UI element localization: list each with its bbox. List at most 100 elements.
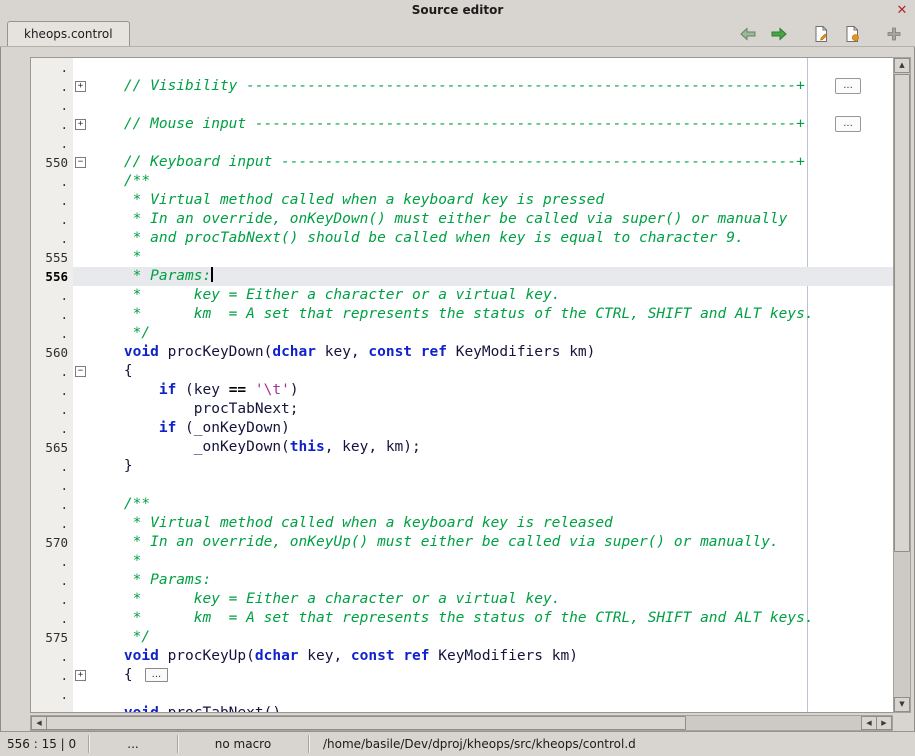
code-line[interactable]: . void procTabNext() [31, 704, 893, 713]
code-line[interactable]: .− { [31, 362, 893, 381]
code-line[interactable]: . [31, 476, 893, 495]
code-line[interactable]: 555 * [31, 248, 893, 267]
line-number[interactable]: . [31, 552, 73, 571]
code-line[interactable]: . * Virtual method called when a keyboar… [31, 191, 893, 210]
titlebar[interactable]: Source editor ✕ [0, 0, 915, 21]
line-number[interactable]: . [31, 229, 73, 248]
code-line[interactable]: . * km = A set that represents the statu… [31, 305, 893, 324]
code-line[interactable]: . * In an override, onKeyDown() must eit… [31, 210, 893, 229]
line-number[interactable]: . [31, 571, 73, 590]
detach-button[interactable] [883, 23, 905, 45]
code-line[interactable]: .+ {... [31, 666, 893, 685]
folded-code-indicator[interactable]: ... [835, 78, 861, 94]
code-line[interactable]: . * key = Either a character or a virtua… [31, 590, 893, 609]
line-number[interactable]: . [31, 457, 73, 476]
line-number[interactable]: . [31, 115, 73, 134]
code-line[interactable]: 560 void procKeyDown(dchar key, const re… [31, 343, 893, 362]
line-number[interactable]: . [31, 609, 73, 628]
code-text: // Keyboard input ----------------------… [89, 153, 893, 172]
line-number[interactable]: . [31, 77, 73, 96]
nav-forward-button[interactable] [768, 23, 790, 45]
code-line[interactable]: . if (_onKeyDown) [31, 419, 893, 438]
code-line[interactable]: . * Virtual method called when a keyboar… [31, 514, 893, 533]
code-line[interactable]: . [31, 58, 893, 77]
line-number[interactable]: . [31, 324, 73, 343]
code-line[interactable]: .+ // Visibility -----------------------… [31, 77, 893, 96]
line-number[interactable]: . [31, 172, 73, 191]
code-line[interactable]: . [31, 96, 893, 115]
line-number[interactable]: . [31, 590, 73, 609]
line-number[interactable]: 550 [31, 153, 73, 172]
code-line[interactable]: . * Params: [31, 571, 893, 590]
code-line[interactable]: . } [31, 457, 893, 476]
nav-back-button[interactable] [737, 23, 759, 45]
line-number[interactable]: 570 [31, 533, 73, 552]
save-as-button[interactable] [810, 23, 832, 45]
line-number[interactable]: . [31, 286, 73, 305]
vertical-scrollbar-thumb[interactable] [894, 74, 910, 552]
code-line[interactable]: 570 * In an override, onKeyUp() must eit… [31, 533, 893, 552]
line-number[interactable]: . [31, 362, 73, 381]
code-line[interactable]: . */ [31, 324, 893, 343]
line-number[interactable]: 575 [31, 628, 73, 647]
line-number[interactable]: . [31, 495, 73, 514]
scroll-right-button[interactable]: ▶ [876, 716, 892, 730]
line-number[interactable]: . [31, 704, 73, 713]
code-line[interactable]: 565 _onKeyDown(this, key, km); [31, 438, 893, 457]
line-number[interactable]: . [31, 419, 73, 438]
scroll-up-button[interactable]: ▲ [894, 58, 910, 73]
code-line[interactable]: . procTabNext; [31, 400, 893, 419]
line-number[interactable]: . [31, 134, 73, 153]
fold-expand-icon[interactable]: + [75, 81, 86, 92]
line-number[interactable]: 560 [31, 343, 73, 362]
code-line[interactable]: . void procKeyUp(dchar key, const ref Ke… [31, 647, 893, 666]
code-line[interactable]: 556 * Params: [31, 267, 893, 286]
folded-code-indicator[interactable]: ... [835, 116, 861, 132]
code-line[interactable]: . /** [31, 172, 893, 191]
line-number[interactable]: 555 [31, 248, 73, 267]
arrow-right-icon: ▶ [881, 719, 886, 727]
line-number[interactable]: . [31, 685, 73, 704]
code-line[interactable]: . /** [31, 495, 893, 514]
code-line[interactable]: .+ // Mouse input ----------------------… [31, 115, 893, 134]
code-line[interactable]: . if (key == '\t') [31, 381, 893, 400]
fold-collapse-icon[interactable]: − [75, 366, 86, 377]
code-line[interactable]: . [31, 134, 893, 153]
code-line[interactable]: . * key = Either a character or a virtua… [31, 286, 893, 305]
line-number[interactable]: 556 [31, 267, 73, 286]
code-line[interactable]: . [31, 685, 893, 704]
line-number[interactable]: . [31, 514, 73, 533]
scroll-down-button[interactable]: ▼ [894, 697, 910, 712]
line-number[interactable]: . [31, 381, 73, 400]
vertical-scrollbar[interactable]: ▲ ▼ [893, 57, 911, 713]
code-line[interactable]: . * and procTabNext() should be called w… [31, 229, 893, 248]
code-line[interactable]: 550− // Keyboard input -----------------… [31, 153, 893, 172]
fold-collapse-icon[interactable]: − [75, 157, 86, 168]
code-line[interactable]: 575 */ [31, 628, 893, 647]
line-number[interactable]: . [31, 647, 73, 666]
code-line[interactable]: . * km = A set that represents the statu… [31, 609, 893, 628]
line-number[interactable]: . [31, 58, 73, 77]
line-number[interactable]: . [31, 666, 73, 685]
close-button[interactable]: ✕ [893, 0, 911, 21]
fold-margin [73, 628, 89, 647]
line-number[interactable]: . [31, 210, 73, 229]
tab-kheops-control[interactable]: kheops.control [7, 21, 130, 46]
code-editor[interactable]: ..+ // Visibility ----------------------… [30, 57, 893, 713]
line-number[interactable]: . [31, 305, 73, 324]
code-line[interactable]: . * [31, 552, 893, 571]
folded-code-indicator[interactable]: ... [145, 668, 169, 682]
line-number[interactable]: . [31, 400, 73, 419]
line-number[interactable]: . [31, 191, 73, 210]
horizontal-scrollbar[interactable]: ◀ ◀ ▶ [30, 715, 893, 731]
scroll-left-button-secondary[interactable]: ◀ [861, 716, 877, 730]
fold-expand-icon[interactable]: + [75, 670, 86, 681]
line-number[interactable]: . [31, 96, 73, 115]
line-number[interactable]: . [31, 476, 73, 495]
save-button[interactable] [841, 23, 863, 45]
horizontal-scrollbar-thumb[interactable] [46, 716, 686, 730]
fold-margin [73, 552, 89, 571]
fold-expand-icon[interactable]: + [75, 119, 86, 130]
line-number[interactable]: 565 [31, 438, 73, 457]
scroll-left-button[interactable]: ◀ [31, 716, 47, 730]
